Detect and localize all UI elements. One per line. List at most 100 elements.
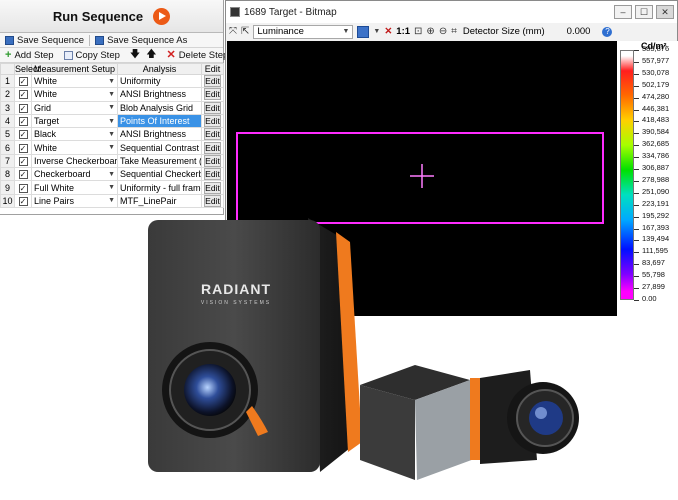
add-step-button[interactable]: + Add Step (2, 48, 57, 61)
analysis-cell[interactable]: Uniformity (117, 73, 202, 89)
setup-dropdown[interactable]: Inverse Checkerboard▼ (31, 153, 118, 169)
analysis-cell[interactable]: Points Of Interest (117, 113, 202, 129)
arrow-down-icon: 🡇 (129, 48, 141, 60)
select-checkbox[interactable]: ✓ (14, 127, 32, 142)
zoom-out-icon[interactable]: ⊖ (439, 26, 447, 37)
analysis-cell[interactable]: MTF_LinePair (117, 193, 202, 208)
maximize-button[interactable]: ☐ (635, 5, 653, 19)
table-row[interactable]: 9 ✓ Full White ▼ Uniformity - full frame Edit (0, 180, 224, 195)
window-titlebar[interactable]: 1689 Target - Bitmap – ☐ ✕ (226, 1, 677, 23)
checkmark-icon: ✓ (18, 143, 28, 153)
select-checkbox[interactable]: ✓ (14, 87, 32, 102)
move-up-button[interactable]: 🡅 (143, 47, 159, 64)
table-row[interactable]: 7✓Inverse Checkerboard▼Take Measurement … (0, 153, 224, 169)
color-map-icon[interactable] (357, 25, 370, 38)
scale-tick-label: 0.00 (642, 294, 657, 303)
edit-button[interactable]: Edit (204, 115, 221, 127)
false-color-bar (620, 50, 634, 300)
large-camera-photo: RADIANT VISION SYSTEMS (148, 218, 362, 472)
setup-dropdown[interactable]: Line Pairs ▼ (31, 193, 118, 208)
edit-header: Edit (201, 63, 224, 75)
analysis-cell[interactable]: Uniformity - full frame (117, 180, 202, 195)
display-mode-select[interactable]: Luminance ▼ (253, 24, 354, 39)
analysis-cell[interactable]: Sequential Contrast (117, 140, 202, 155)
scale-tick-label: 306,887 (642, 163, 670, 173)
zoom-fit-icon[interactable]: ⊡ (414, 26, 422, 37)
analysis-cell[interactable]: ANSI Brightness (117, 87, 202, 102)
row-number: 1 (0, 73, 15, 89)
setup-value: Target (34, 116, 60, 127)
analysis-cell[interactable]: ANSI Brightness (117, 127, 202, 142)
analysis-cell[interactable]: Take Measurement (no A... (117, 153, 202, 169)
row-number: 5 (0, 127, 15, 142)
chevron-down-icon[interactable]: ▼ (373, 28, 380, 35)
play-icon (153, 7, 171, 25)
setup-dropdown[interactable]: Black ▼ (31, 127, 118, 142)
help-icon[interactable]: ? (602, 26, 613, 37)
pan-icon[interactable]: ⤧ (229, 26, 237, 37)
scale-tick-label: 167,393 (642, 222, 670, 232)
edit-button[interactable]: Edit (204, 142, 221, 154)
setup-value: White (34, 89, 58, 100)
table-row[interactable]: 3 ✓ Grid ▼ Blob Analysis Grid Edit (0, 100, 224, 115)
edit-button[interactable]: Edit (204, 88, 221, 101)
setup-dropdown[interactable]: Grid ▼ (31, 100, 118, 115)
scale-tick-mark (634, 228, 639, 230)
setup-value: White (34, 76, 58, 87)
select-checkbox[interactable]: ✓ (14, 167, 32, 182)
edit-cell: Edit (201, 180, 224, 195)
select-checkbox[interactable]: ✓ (14, 140, 32, 155)
edit-button[interactable]: Edit (204, 168, 221, 180)
table-row[interactable]: 1 ✓ White ▼ Uniformity Edit (0, 73, 224, 89)
checkmark-icon: ✓ (18, 117, 28, 127)
select-checkbox[interactable]: ✓ (14, 100, 32, 115)
edit-button[interactable]: Edit (204, 181, 221, 194)
edit-button[interactable]: Edit (204, 155, 221, 167)
edit-button[interactable]: Edit (204, 128, 221, 140)
clear-icon[interactable]: ✕ (384, 26, 392, 37)
analysis-cell[interactable]: Sequential Checkerboard ... (117, 167, 202, 182)
table-row[interactable]: 4 ✓ Target ▼ Points Of Interest Edit (0, 113, 224, 129)
table-row[interactable]: 8✓ Checkerboard ▼Sequential Checkerboard .… (0, 167, 224, 182)
edit-button[interactable]: Edit (204, 195, 221, 207)
table-row[interactable]: 5 ✓ Black ▼ ANSI Brightness Edit (0, 127, 224, 142)
delete-step-button[interactable]: ✕ Delete Step (163, 49, 231, 61)
setup-dropdown[interactable]: Target ▼ (31, 113, 118, 129)
close-button[interactable]: ✕ (656, 5, 674, 19)
scale-tick-mark (634, 97, 639, 99)
row-number-header (0, 63, 15, 75)
save-sequence-as-button[interactable]: Save Sequence As (92, 35, 190, 46)
setup-dropdown[interactable]: Checkerboard ▼ (31, 167, 118, 182)
copy-icon (63, 50, 73, 60)
minimize-button[interactable]: – (614, 5, 632, 19)
copy-step-button[interactable]: Copy Step (61, 50, 123, 61)
setup-dropdown[interactable]: White ▼ (31, 73, 118, 89)
setup-dropdown[interactable]: Full White ▼ (31, 180, 118, 195)
select-checkbox[interactable]: ✓ (14, 193, 32, 208)
select-checkbox[interactable]: ✓ (14, 180, 32, 195)
pointer-tool-icon[interactable]: ⇱ (241, 26, 249, 37)
table-row[interactable]: 6 ✓ White ▼ Sequential Contrast Edit (0, 140, 224, 155)
chevron-down-icon: ▼ (342, 28, 350, 35)
setup-dropdown[interactable]: White ▼ (31, 140, 118, 155)
select-checkbox[interactable]: ✓ (14, 153, 32, 169)
run-sequence-button[interactable]: Run Sequence (0, 0, 223, 33)
select-checkbox[interactable]: ✓ (14, 113, 32, 129)
zoom-in-icon[interactable]: ⊕ (426, 26, 434, 37)
chevron-down-icon: ▼ (108, 197, 115, 205)
scale-tick-label: 474,280 (642, 91, 670, 101)
move-down-button[interactable]: 🡇 (127, 47, 143, 64)
table-row[interactable]: 10 ✓ Line Pairs ▼ MTF_LinePair Edit (0, 193, 224, 208)
scale-tick-mark (634, 133, 639, 135)
table-row[interactable]: 2 ✓ White ▼ ANSI Brightness Edit (0, 87, 224, 102)
plus-icon: + (5, 48, 12, 61)
edit-button[interactable]: Edit (204, 102, 221, 114)
analysis-cell[interactable]: Blob Analysis Grid (117, 100, 202, 115)
setup-dropdown[interactable]: White ▼ (31, 87, 118, 102)
save-sequence-button[interactable]: Save Sequence (2, 35, 87, 46)
crop-icon[interactable]: ⌗ (451, 26, 457, 37)
zoom-actual-button[interactable]: 1:1 (396, 26, 410, 37)
edit-button[interactable]: Edit (204, 75, 221, 87)
scale-tick-label: 334,786 (642, 151, 670, 161)
select-checkbox[interactable]: ✓ (14, 73, 32, 89)
